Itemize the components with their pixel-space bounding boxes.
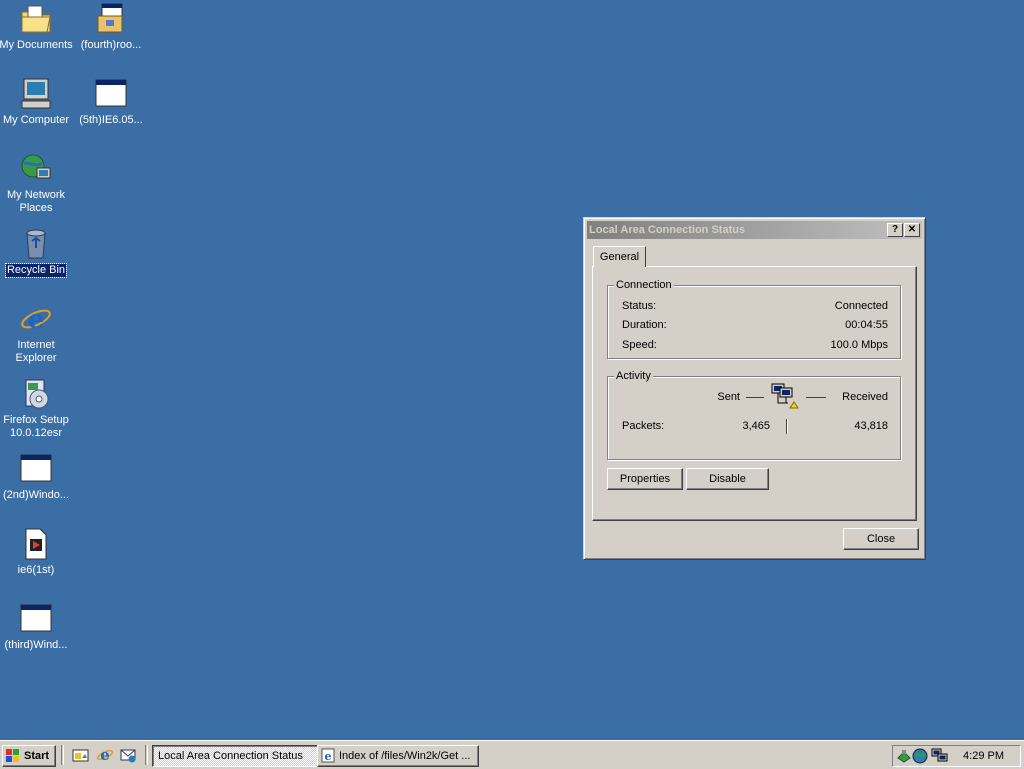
packets-sent-value: 3,465: [742, 420, 770, 432]
quicklaunch-ie-icon[interactable]: e: [96, 746, 114, 764]
sent-line: [746, 397, 764, 398]
desktop-icon-firefox-setup[interactable]: Firefox Setup 10.0.12esr: [0, 377, 74, 440]
window-icon: [20, 604, 52, 632]
quicklaunch-outlook-icon[interactable]: [119, 746, 137, 764]
tab-general[interactable]: General: [593, 246, 646, 267]
desktop-icon-label: My Network Places: [6, 189, 66, 214]
quicklaunch-separator: [61, 745, 64, 765]
duration-label: Duration:: [622, 319, 667, 331]
desktop-icon-ie6-1st[interactable]: ie6(1st): [0, 527, 74, 577]
ie-page-icon: e: [321, 748, 335, 763]
desktop-icon-label: (2nd)Windo...: [2, 489, 70, 501]
desktop-icon-2nd-windo[interactable]: (2nd)Windo...: [0, 452, 74, 502]
recycle-bin-icon: [26, 229, 46, 259]
connection-group-title: Connection: [614, 279, 674, 292]
system-tray: 4:29 PM: [892, 745, 1021, 767]
speed-value: 100.0 Mbps: [830, 339, 888, 351]
start-button[interactable]: Start: [2, 745, 56, 767]
disable-button[interactable]: Disable: [686, 468, 769, 490]
task-label: Local Area Connection Status: [158, 750, 303, 762]
desktop-icon-5th-ie6[interactable]: (5th)IE6.05...: [73, 77, 149, 127]
network-activity-icon: [771, 383, 799, 409]
desktop-icon-fourth-roo[interactable]: (fourth)roo...: [73, 2, 149, 52]
network-places-icon: [21, 154, 51, 179]
tray-network-connection-icon[interactable]: [931, 748, 949, 764]
close-icon[interactable]: ✕: [904, 223, 920, 237]
desktop-icon-label: Firefox Setup 10.0.12esr: [3, 414, 69, 439]
desktop-icon-label: My Documents: [0, 39, 73, 51]
tray-network-globe-icon[interactable]: [912, 748, 928, 764]
packets-divider: [786, 419, 788, 434]
show-desktop-icon[interactable]: [72, 747, 89, 764]
task-separator: [145, 745, 148, 765]
desktop-icon-my-computer[interactable]: My Computer: [0, 77, 74, 127]
properties-button[interactable]: Properties: [607, 468, 683, 490]
desktop-icon-label: Internet Explorer: [15, 339, 57, 364]
task-index-of-files[interactable]: e Index of /files/Win2k/Get ...: [317, 745, 479, 767]
window-icon: [20, 454, 52, 482]
desktop-icon-recycle-bin[interactable]: Recycle Bin: [0, 227, 74, 278]
desktop-icon-label: My Computer: [2, 114, 70, 126]
packets-received-value: 43,818: [854, 420, 888, 432]
start-label: Start: [24, 750, 50, 762]
desktop-icon-label: (third)Wind...: [4, 639, 68, 651]
sent-label: Sent: [717, 391, 740, 403]
received-line: [806, 397, 826, 398]
speed-label: Speed:: [622, 339, 657, 351]
window-icon: [95, 79, 127, 107]
computer-icon: [21, 78, 51, 109]
status-value: Connected: [834, 300, 888, 312]
activity-group-title: Activity: [614, 370, 653, 383]
duration-value: 00:04:55: [845, 319, 888, 331]
dialog-title: Local Area Connection Status: [589, 224, 746, 236]
close-button[interactable]: Close: [843, 528, 919, 550]
help-button[interactable]: ?: [887, 223, 903, 237]
taskbar: Start e Local Area Connection Status e I…: [0, 740, 1024, 769]
activity-group: [607, 376, 901, 460]
installer-icon: [97, 3, 123, 33]
status-label: Status:: [622, 300, 657, 312]
desktop-icon-internet-explorer[interactable]: e Internet Explorer: [0, 302, 74, 365]
media-file-icon: [25, 528, 47, 560]
folder-documents-icon: [21, 5, 51, 33]
task-local-area-connection-status[interactable]: Local Area Connection Status: [152, 745, 319, 767]
svg-text:e: e: [325, 750, 332, 763]
desktop-icon-label: Recycle Bin: [4, 263, 68, 278]
desktop-icon-my-documents[interactable]: My Documents: [0, 2, 74, 52]
received-label: Received: [842, 391, 888, 403]
desktop-icon-label: (fourth)roo...: [80, 39, 142, 51]
clock[interactable]: 4:29 PM: [963, 749, 1004, 763]
task-label: Index of /files/Win2k/Get ...: [339, 750, 471, 762]
packets-label: Packets:: [622, 420, 665, 432]
internet-explorer-icon: e: [21, 305, 51, 335]
local-area-connection-status-dialog: Local Area Connection Status ? ✕ General…: [583, 217, 926, 560]
setup-icon: [25, 379, 49, 409]
desktop-icon-label: (5th)IE6.05...: [79, 114, 143, 126]
windows-logo-icon: [6, 749, 19, 762]
desktop-icon-my-network-places[interactable]: My Network Places: [0, 152, 74, 215]
desktop-icon-label: ie6(1st): [17, 564, 55, 576]
svg-text:e: e: [100, 746, 110, 764]
desktop-icon-third-wind[interactable]: (third)Wind...: [0, 602, 74, 652]
dialog-titlebar[interactable]: Local Area Connection Status ? ✕: [587, 221, 922, 239]
svg-text:e: e: [28, 305, 45, 335]
tray-safely-remove-icon[interactable]: [896, 748, 912, 763]
tab-general-label: General: [599, 251, 640, 263]
